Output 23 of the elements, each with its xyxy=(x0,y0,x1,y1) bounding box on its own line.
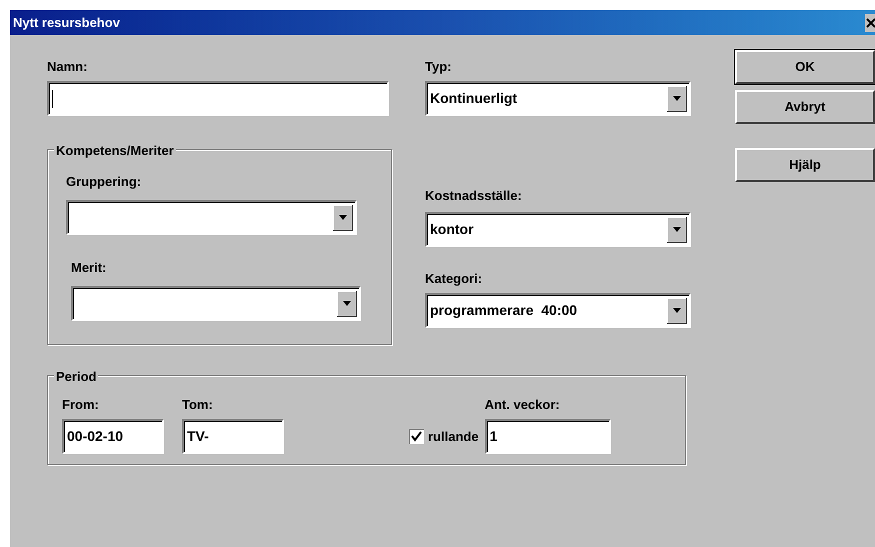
field-label: Gruppering: xyxy=(66,174,142,189)
input-field[interactable]: TV- xyxy=(182,419,284,454)
input-field[interactable]: 00-02-10 xyxy=(62,419,164,454)
input-field[interactable]: 1 xyxy=(484,419,611,454)
dropdown-value: Kontinuerligt xyxy=(430,89,518,108)
field-label: Ant. veckor: xyxy=(484,397,560,412)
dialog-button[interactable]: OK xyxy=(735,50,875,84)
field-label: Kostnadsställe: xyxy=(425,188,522,203)
dialog-button[interactable]: Avbryt xyxy=(735,90,875,124)
checkbox[interactable]: rullande xyxy=(409,426,479,446)
dropdown-value: kontor xyxy=(430,220,474,239)
dropdown[interactable]: kontor xyxy=(425,212,691,247)
dropdown[interactable]: programmerare 40:00 xyxy=(425,293,691,328)
dialog-button[interactable]: Hjälp xyxy=(735,148,875,182)
field-label: Merit: xyxy=(71,260,106,275)
dropdown-value: programmerare 40:00 xyxy=(430,301,578,320)
field-label: From: xyxy=(62,397,99,412)
field-label: Kategori: xyxy=(425,271,482,286)
dropdown[interactable]: Kontinuerligt xyxy=(425,81,691,116)
field-label: Typ: xyxy=(425,59,452,74)
field-label: Namn: xyxy=(47,59,88,74)
field-label: Tom: xyxy=(182,397,213,412)
window-title: Nytt resursbehov xyxy=(13,14,120,32)
